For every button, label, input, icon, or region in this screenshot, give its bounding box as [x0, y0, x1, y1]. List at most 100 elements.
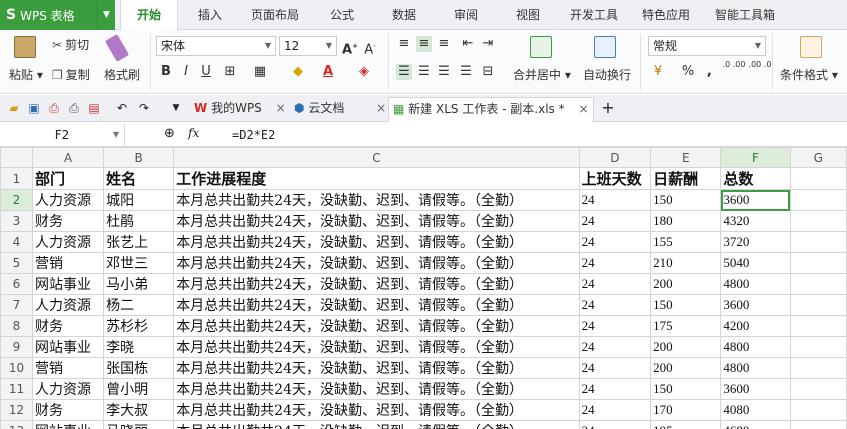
cell[interactable]: 人力资源: [31, 378, 105, 400]
row-header[interactable]: 2: [0, 189, 33, 211]
font-size-select[interactable]: 12 ▼: [279, 36, 337, 56]
save-icon[interactable]: ▣: [26, 100, 42, 116]
cell[interactable]: 李晓: [103, 336, 175, 358]
cell[interactable]: 24: [578, 294, 652, 316]
row-header[interactable]: 1: [0, 167, 33, 190]
cell[interactable]: [789, 294, 847, 316]
border-icon[interactable]: ⊞: [222, 64, 238, 80]
tab-my-wps[interactable]: W 我的WPS ×: [190, 97, 286, 122]
cell[interactable]: [789, 231, 847, 253]
cell[interactable]: 24: [578, 210, 652, 232]
currency-icon[interactable]: ¥: [650, 64, 666, 80]
row-header[interactable]: 6: [0, 273, 33, 295]
distributed-icon[interactable]: ⊟: [480, 64, 496, 80]
column-header[interactable]: G: [789, 147, 847, 168]
cell[interactable]: [789, 210, 847, 232]
conditional-format-icon[interactable]: [800, 36, 822, 58]
paste-button[interactable]: 粘贴 ▾: [9, 66, 43, 83]
align-right-icon[interactable]: ☰: [436, 64, 452, 80]
cell[interactable]: [789, 378, 847, 400]
cell[interactable]: 24: [578, 399, 652, 421]
column-header[interactable]: B: [103, 147, 175, 168]
justify-icon[interactable]: ☰: [458, 64, 474, 80]
close-icon[interactable]: ×: [578, 102, 588, 116]
cell[interactable]: [789, 357, 847, 379]
cell[interactable]: 4800: [720, 336, 791, 358]
cell[interactable]: 上班天数: [578, 167, 652, 190]
cell[interactable]: 姓名: [103, 167, 175, 190]
cell[interactable]: 工作进展程度: [173, 167, 580, 190]
percent-button[interactable]: %: [680, 64, 696, 80]
cell[interactable]: 3600: [720, 294, 791, 316]
increase-decimal-button[interactable]: .0 .00: [722, 60, 746, 76]
comma-button[interactable]: ,: [700, 64, 716, 80]
tab-special[interactable]: 特色应用: [634, 0, 698, 30]
cell[interactable]: 本月总共出勤共24天，没缺勤、迟到、请假等。（全勤）: [173, 210, 580, 232]
column-header[interactable]: F: [720, 147, 791, 168]
cell[interactable]: 部门: [31, 167, 105, 190]
cell[interactable]: 24: [578, 357, 652, 379]
cell[interactable]: 李大叔: [103, 399, 175, 421]
wrap-text-icon[interactable]: [594, 36, 616, 58]
clear-format-icon[interactable]: ◈: [356, 64, 372, 80]
cell[interactable]: 4800: [720, 357, 791, 379]
cell[interactable]: 张国栋: [103, 357, 175, 379]
cell[interactable]: 本月总共出勤共24天，没缺勤、迟到、请假等。（全勤）: [173, 252, 580, 274]
cell[interactable]: 本月总共出勤共24天，没缺勤、迟到、请假等。（全勤）: [173, 399, 580, 421]
cell[interactable]: 苏杉杉: [103, 315, 175, 337]
merge-center-button[interactable]: 合并居中 ▾: [513, 66, 571, 83]
cell[interactable]: 210: [650, 252, 722, 274]
font-name-select[interactable]: 宋体 ▼: [156, 36, 276, 56]
tab-data[interactable]: 数据: [380, 0, 428, 30]
cell[interactable]: 24: [578, 336, 652, 358]
cell[interactable]: 张艺上: [103, 231, 175, 253]
number-format-select[interactable]: 常规 ▼: [648, 36, 766, 56]
cell[interactable]: [789, 336, 847, 358]
cell[interactable]: 人力资源: [31, 231, 105, 253]
wps-app-menu[interactable]: S WPS 表格 ▼: [0, 0, 115, 30]
cell[interactable]: 155: [650, 231, 722, 253]
row-header[interactable]: 10: [0, 357, 33, 379]
decrease-indent-icon[interactable]: ⇤: [460, 36, 476, 52]
cell[interactable]: 175: [650, 315, 722, 337]
cell[interactable]: 150: [650, 378, 722, 400]
cell[interactable]: 3600: [720, 378, 791, 400]
cell[interactable]: 日薪酬: [650, 167, 722, 190]
font-color-icon[interactable]: A: [320, 64, 336, 80]
bold-icon[interactable]: B: [158, 64, 174, 80]
cell[interactable]: 营销: [31, 357, 105, 379]
cell[interactable]: 180: [650, 210, 722, 232]
cell[interactable]: [789, 315, 847, 337]
cell[interactable]: 本月总共出勤共24天，没缺勤、迟到、请假等。（全勤）: [173, 336, 580, 358]
copy-button[interactable]: ❐ 复制: [52, 66, 90, 83]
cell[interactable]: 本月总共出勤共24天，没缺勤、迟到、请假等。（全勤）: [173, 420, 580, 429]
undo-icon[interactable]: ↶: [114, 100, 130, 116]
align-left-icon[interactable]: ☰: [396, 64, 412, 80]
italic-icon[interactable]: I: [178, 64, 194, 80]
zoom-icon[interactable]: ⊕: [164, 126, 175, 141]
align-center-icon[interactable]: ☰: [416, 64, 432, 80]
cell[interactable]: [789, 420, 847, 429]
row-header[interactable]: 9: [0, 336, 33, 358]
cell[interactable]: 财务: [31, 399, 105, 421]
cell[interactable]: 24: [578, 231, 652, 253]
row-header[interactable]: 12: [0, 399, 33, 421]
tab-review[interactable]: 审阅: [442, 0, 490, 30]
cell[interactable]: 杜鹃: [103, 210, 175, 232]
cell[interactable]: 5040: [720, 252, 791, 274]
open-folder-icon[interactable]: ▰: [6, 100, 22, 116]
tab-current-workbook[interactable]: ▦ 新建 XLS 工作表 - 副本.xls * ×: [388, 97, 594, 122]
cell[interactable]: 财务: [31, 210, 105, 232]
column-header[interactable]: C: [173, 147, 580, 168]
row-header[interactable]: 7: [0, 294, 33, 316]
cell[interactable]: 邓世三: [103, 252, 175, 274]
row-header[interactable]: 5: [0, 252, 33, 274]
format-painter-button[interactable]: 格式刷: [104, 66, 140, 83]
redo-icon[interactable]: ↷: [136, 100, 152, 116]
close-icon[interactable]: ×: [376, 101, 386, 115]
cell[interactable]: 195: [650, 420, 722, 429]
row-header[interactable]: 4: [0, 231, 33, 253]
cell[interactable]: 马小弟: [103, 273, 175, 295]
cell[interactable]: 营销: [31, 252, 105, 274]
cell[interactable]: 人力资源: [31, 189, 105, 211]
